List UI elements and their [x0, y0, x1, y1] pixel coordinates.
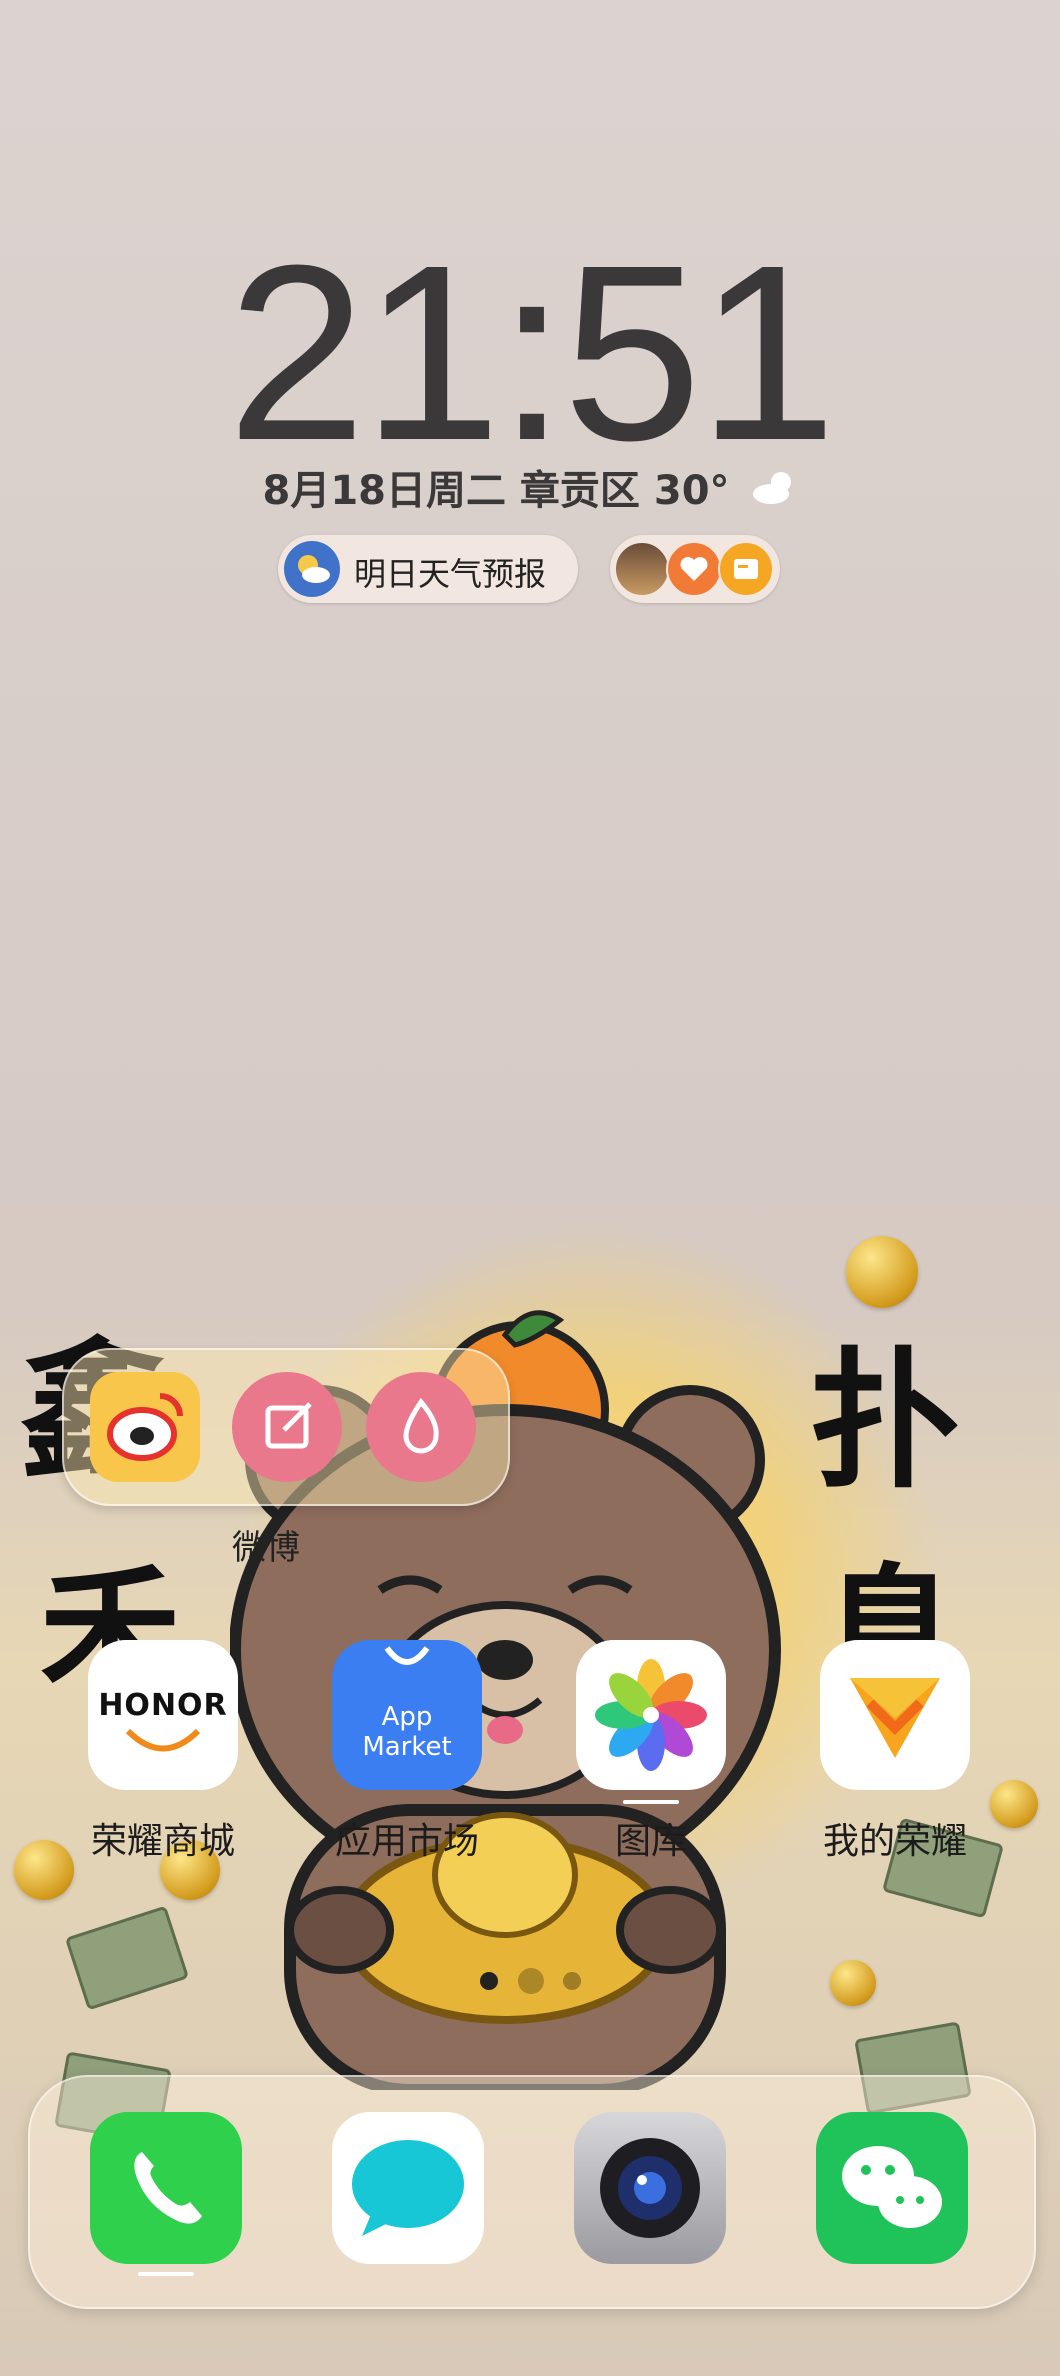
- recent-app-indicator: [623, 1800, 679, 1804]
- date-weather-line: 8月18日周二 章贡区 30°: [0, 458, 1060, 518]
- wallpaper-coin: [846, 1236, 918, 1308]
- app-market-text-2: Market: [362, 1732, 452, 1762]
- my-honor-app-icon[interactable]: [820, 1640, 970, 1790]
- page-indicator-dot[interactable]: [563, 1972, 581, 1990]
- suggested-apps-widget[interactable]: [610, 535, 780, 603]
- honor-logo-text: HONOR: [98, 1688, 228, 1723]
- camera-icon[interactable]: [574, 2112, 726, 2264]
- card-wallet-icon: [718, 541, 774, 597]
- honor-mall-app-icon[interactable]: HONOR: [88, 1640, 238, 1790]
- weibo-hot-icon[interactable]: [366, 1372, 476, 1482]
- app-label: 我的荣耀: [822, 1821, 967, 1862]
- date-weather-text: 8月18日周二 章贡区 30°: [262, 468, 730, 514]
- page-indicator-home-icon[interactable]: [518, 1968, 544, 1994]
- phone-icon[interactable]: [90, 2112, 242, 2264]
- weather-sun-cloud-icon: [284, 541, 340, 597]
- recent-app-indicator: [138, 2272, 194, 2276]
- weather-forecast-widget[interactable]: 明日天气预报: [278, 535, 578, 603]
- clock-time: 21:51: [227, 213, 837, 492]
- wechat-icon[interactable]: [816, 2112, 968, 2264]
- app-label: 荣耀商城: [90, 1821, 235, 1862]
- gallery-app-icon[interactable]: [576, 1640, 726, 1790]
- honor-smile-icon: [125, 1728, 201, 1752]
- app-label: 图库: [614, 1821, 687, 1862]
- gallery-pinwheel-icon: [595, 1659, 707, 1771]
- weibo-folder[interactable]: [62, 1348, 510, 1506]
- weather-forecast-label: 明日天气预报: [354, 555, 547, 593]
- weibo-icon[interactable]: [90, 1372, 200, 1482]
- my-honor-diamond-icon: [850, 1678, 940, 1758]
- health-heart-icon: [666, 541, 722, 597]
- page-indicator-dot[interactable]: [480, 1972, 498, 1990]
- messages-icon[interactable]: [332, 2112, 484, 2264]
- app-market-app-icon[interactable]: App Market: [332, 1640, 482, 1790]
- app-label: 应用市场: [334, 1821, 479, 1862]
- folder-label: 微博: [232, 1528, 300, 1568]
- app-market-text-1: App: [381, 1702, 433, 1732]
- shopping-bag-icon: [384, 1646, 430, 1665]
- wallpaper-thumbnail-icon: [614, 541, 670, 597]
- partly-cloudy-night-icon: [749, 468, 797, 518]
- weibo-compose-icon[interactable]: [232, 1372, 342, 1482]
